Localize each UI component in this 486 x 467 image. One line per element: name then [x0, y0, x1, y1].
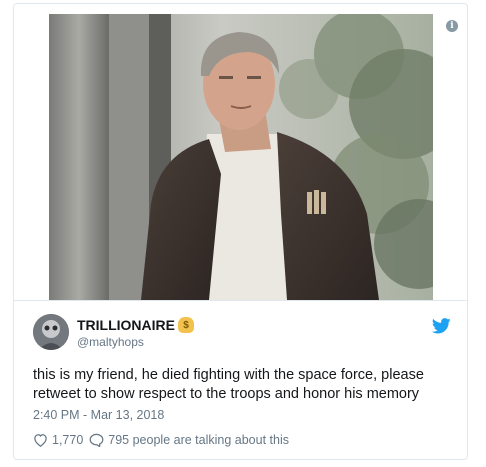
- tweet-photo[interactable]: [49, 14, 433, 300]
- money-bag-icon: $: [178, 317, 194, 333]
- bird-icon[interactable]: [432, 318, 451, 334]
- divider: [14, 300, 467, 301]
- like-count: 1,770: [52, 433, 84, 447]
- speech-bubble-icon: [89, 433, 104, 447]
- tweet-card[interactable]: i TRILLIONAIRE $ @maltyhops this is my f…: [13, 3, 468, 460]
- conversation-count: 795 people are talking about this: [108, 433, 289, 447]
- conversation-button[interactable]: 795 people are talking about this: [89, 433, 289, 447]
- avatar[interactable]: [33, 314, 69, 350]
- user-names: TRILLIONAIRE $ @maltyhops: [77, 317, 194, 349]
- heart-icon: [34, 434, 47, 447]
- like-button[interactable]: 1,770: [33, 433, 83, 447]
- tweet-header: TRILLIONAIRE $ @maltyhops: [33, 312, 451, 354]
- display-name-text: TRILLIONAIRE: [77, 317, 175, 333]
- tweet-actions: 1,770 795 people are talking about this: [33, 433, 295, 447]
- display-name[interactable]: TRILLIONAIRE $: [77, 317, 194, 333]
- tweet-timestamp[interactable]: 2:40 PM - Mar 13, 2018: [33, 408, 164, 422]
- user-handle[interactable]: @maltyhops: [77, 335, 194, 349]
- info-icon[interactable]: i: [446, 20, 458, 32]
- tweet-text: this is my friend, he died fighting with…: [33, 367, 424, 402]
